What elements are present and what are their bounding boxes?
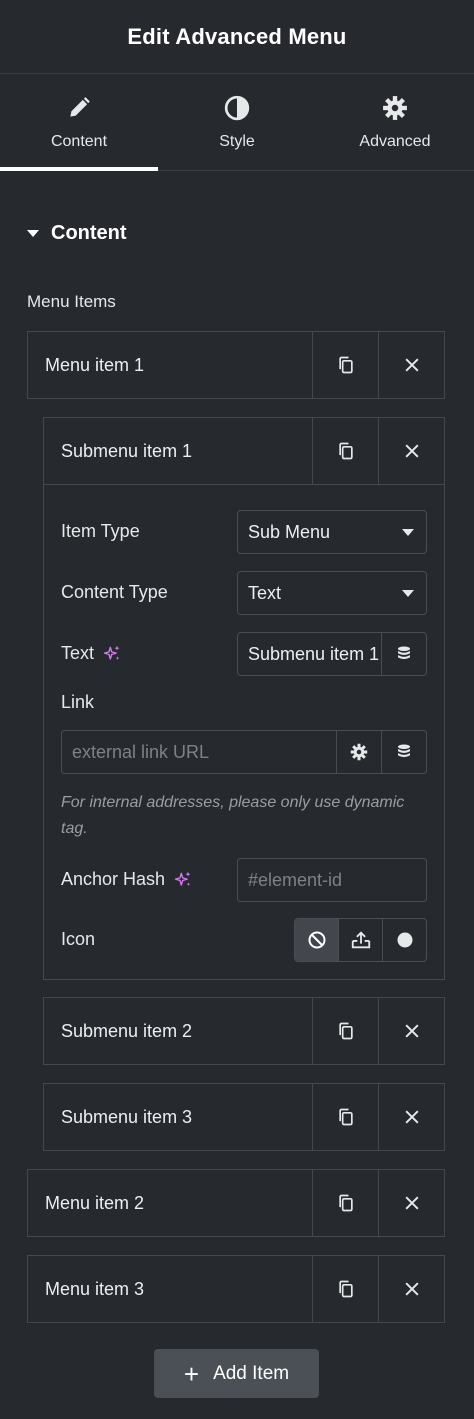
circle-icon bbox=[397, 932, 412, 948]
repeater-item-submenu-1: Submenu item 1 bbox=[43, 417, 445, 485]
anchor-hash-input[interactable]: #element-id bbox=[237, 858, 427, 902]
dropdown-arrow-icon bbox=[402, 590, 414, 597]
item-type-value: Sub Menu bbox=[248, 521, 331, 542]
link-options-button[interactable] bbox=[336, 731, 381, 773]
text-label: Text bbox=[61, 643, 95, 663]
repeater-item-submenu-2: Submenu item 2 bbox=[43, 997, 445, 1065]
gear-icon bbox=[383, 95, 407, 120]
plus-icon: + bbox=[183, 1358, 200, 1389]
repeater-item-submenu-3: Submenu item 3 bbox=[43, 1083, 445, 1151]
add-item-button[interactable]: + Add Item bbox=[154, 1349, 319, 1398]
database-icon bbox=[398, 744, 410, 758]
pencil-icon bbox=[70, 96, 90, 117]
content-section-toggle[interactable]: Content bbox=[27, 222, 127, 245]
remove-button[interactable] bbox=[378, 418, 444, 484]
icon-upload-option[interactable] bbox=[338, 919, 382, 961]
duplicate-button[interactable] bbox=[312, 1256, 378, 1322]
icon-none-option[interactable] bbox=[295, 919, 338, 961]
repeater-item-title[interactable]: Menu item 3 bbox=[28, 1256, 312, 1322]
copy-icon bbox=[338, 1194, 353, 1212]
upload-icon bbox=[351, 931, 370, 949]
anchor-hash-label: Anchor Hash bbox=[61, 869, 166, 889]
repeater-item-title[interactable]: Submenu item 3 bbox=[44, 1084, 312, 1150]
duplicate-button[interactable] bbox=[312, 418, 378, 484]
duplicate-button[interactable] bbox=[312, 332, 378, 398]
tab-bar: Content Style Advanced bbox=[0, 75, 474, 171]
database-icon bbox=[398, 646, 410, 660]
dropdown-arrow-icon bbox=[402, 529, 414, 536]
repeater-item-menu-3: Menu item 3 bbox=[27, 1255, 445, 1323]
close-icon bbox=[404, 1282, 419, 1296]
remove-button[interactable] bbox=[378, 332, 444, 398]
duplicate-button[interactable] bbox=[312, 1084, 378, 1150]
tab-advanced[interactable]: Advanced bbox=[316, 75, 474, 170]
tab-style[interactable]: Style bbox=[158, 75, 316, 170]
page-title: Edit Advanced Menu bbox=[127, 23, 347, 49]
repeater-item-title[interactable]: Submenu item 1 bbox=[44, 418, 312, 484]
copy-icon bbox=[338, 1022, 353, 1040]
remove-button[interactable] bbox=[378, 1170, 444, 1236]
section-title: Content bbox=[51, 222, 127, 244]
icon-chooser bbox=[294, 918, 427, 962]
tab-label: Content bbox=[50, 132, 108, 150]
panel-header: Edit Advanced Menu bbox=[0, 0, 474, 74]
tab-content[interactable]: Content bbox=[0, 75, 158, 171]
ban-icon bbox=[308, 931, 325, 949]
content-type-select[interactable]: Text bbox=[237, 571, 427, 615]
icon-library-option[interactable] bbox=[382, 919, 426, 961]
close-icon bbox=[404, 358, 419, 372]
gear-icon bbox=[350, 743, 368, 761]
link-url-input[interactable]: external link URL bbox=[62, 731, 336, 773]
dynamic-tags-button[interactable] bbox=[381, 633, 426, 675]
content-type-label: Content Type bbox=[61, 582, 168, 602]
anchor-hash-field-label: Anchor Hash bbox=[61, 869, 193, 890]
link-label: Link bbox=[61, 692, 95, 712]
text-field-label: Text bbox=[61, 643, 122, 664]
repeater-item-menu-2: Menu item 2 bbox=[27, 1169, 445, 1237]
link-help-text: For internal addresses, please only use … bbox=[61, 794, 405, 837]
caret-down-icon bbox=[27, 230, 39, 237]
copy-icon bbox=[338, 1108, 353, 1126]
close-icon bbox=[404, 1024, 419, 1038]
repeater-item-menu-1: Menu item 1 bbox=[27, 331, 445, 399]
dynamic-tags-button[interactable] bbox=[381, 731, 426, 773]
text-input-group: Submenu item 1 bbox=[237, 632, 427, 676]
remove-button[interactable] bbox=[378, 1084, 444, 1150]
remove-button[interactable] bbox=[378, 998, 444, 1064]
tab-label: Style bbox=[219, 132, 255, 150]
ai-sparkle-icon[interactable] bbox=[102, 644, 122, 664]
contrast-icon bbox=[224, 95, 250, 120]
duplicate-button[interactable] bbox=[312, 998, 378, 1064]
remove-button[interactable] bbox=[378, 1256, 444, 1322]
copy-icon bbox=[338, 1280, 353, 1298]
close-icon bbox=[404, 1110, 419, 1124]
menu-items-label: Menu Items bbox=[27, 292, 116, 311]
content-type-value: Text bbox=[248, 582, 282, 603]
ai-sparkle-icon[interactable] bbox=[173, 870, 193, 890]
item-type-select[interactable]: Sub Menu bbox=[237, 510, 427, 554]
add-item-label: Add Item bbox=[213, 1362, 290, 1384]
tab-label: Advanced bbox=[359, 132, 431, 150]
copy-icon bbox=[338, 356, 353, 374]
duplicate-button[interactable] bbox=[312, 1170, 378, 1236]
repeater-item-title[interactable]: Menu item 1 bbox=[28, 332, 312, 398]
copy-icon bbox=[338, 442, 353, 460]
text-input[interactable]: Submenu item 1 bbox=[238, 633, 381, 675]
icon-label: Icon bbox=[61, 929, 96, 949]
link-input-group: external link URL bbox=[61, 730, 427, 774]
close-icon bbox=[404, 1196, 419, 1210]
repeater-item-title[interactable]: Submenu item 2 bbox=[44, 998, 312, 1064]
close-icon bbox=[404, 444, 419, 458]
repeater-item-title[interactable]: Menu item 2 bbox=[28, 1170, 312, 1236]
item-type-label: Item Type bbox=[61, 521, 140, 541]
